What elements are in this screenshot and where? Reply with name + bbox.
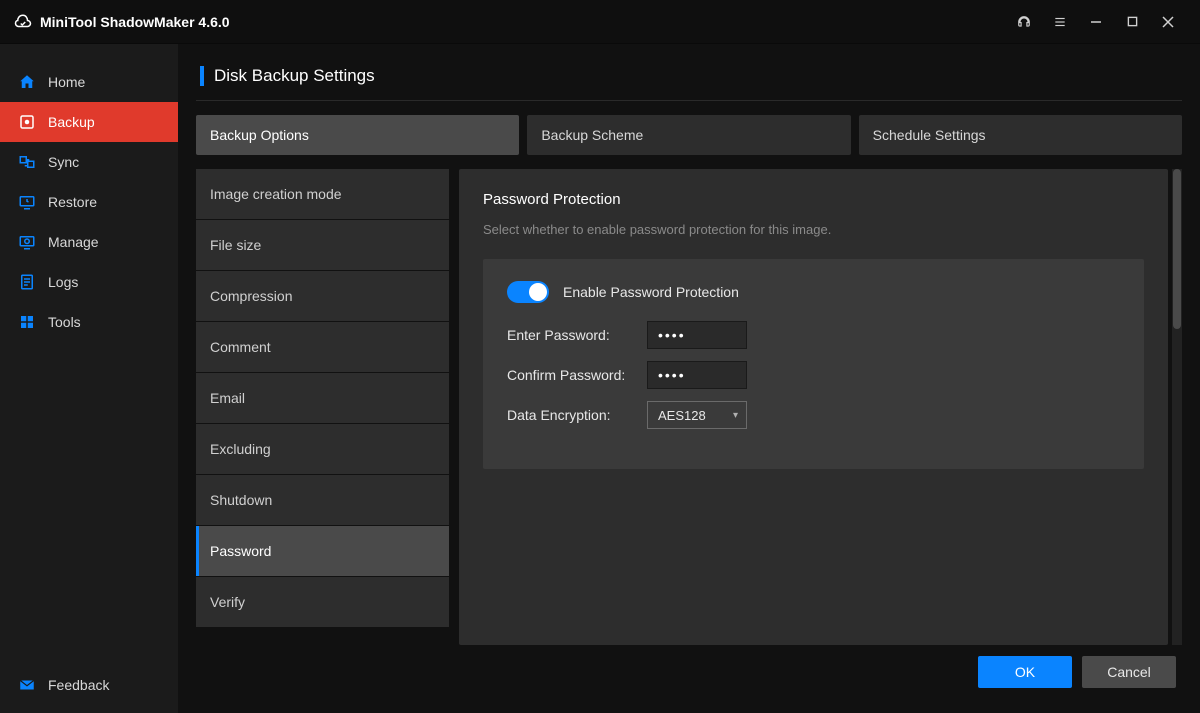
sidebar-item-logs[interactable]: Logs <box>0 262 178 302</box>
tabs: Backup Options Backup Scheme Schedule Se… <box>196 115 1182 155</box>
settings-panel: Password Protection Select whether to en… <box>459 169 1168 645</box>
menu-button[interactable] <box>1042 7 1078 37</box>
option-label: Excluding <box>210 441 271 457</box>
encryption-value: AES128 <box>658 408 706 423</box>
option-file-size[interactable]: File size <box>196 220 449 270</box>
password-card: Enable Password Protection Enter Passwor… <box>483 259 1144 469</box>
enter-password-label: Enter Password: <box>507 327 637 343</box>
backup-icon <box>18 113 36 131</box>
tab-backup-options[interactable]: Backup Options <box>196 115 519 155</box>
option-label: Compression <box>210 288 292 304</box>
footer: OK Cancel <box>196 645 1182 699</box>
tab-label: Schedule Settings <box>873 127 986 143</box>
toggle-label: Enable Password Protection <box>563 284 739 300</box>
chevron-down-icon: ▾ <box>733 410 738 421</box>
feedback-label: Feedback <box>48 677 109 693</box>
sidebar-item-label: Tools <box>48 314 81 330</box>
option-label: Verify <box>210 594 245 610</box>
confirm-password-label: Confirm Password: <box>507 367 637 383</box>
option-email[interactable]: Email <box>196 373 449 423</box>
ok-button[interactable]: OK <box>978 656 1072 688</box>
sidebar-item-label: Manage <box>48 234 99 250</box>
option-verify[interactable]: Verify <box>196 577 449 627</box>
enter-password-input[interactable] <box>647 321 747 349</box>
sidebar-item-manage[interactable]: Manage <box>0 222 178 262</box>
app-title: MiniTool ShadowMaker 4.6.0 <box>40 14 230 30</box>
option-label: Shutdown <box>210 492 272 508</box>
cancel-button[interactable]: Cancel <box>1082 656 1176 688</box>
maximize-button[interactable] <box>1114 7 1150 37</box>
option-image-creation-mode[interactable]: Image creation mode <box>196 169 449 219</box>
option-excluding[interactable]: Excluding <box>196 424 449 474</box>
scrollbar-thumb[interactable] <box>1173 169 1181 329</box>
option-shutdown[interactable]: Shutdown <box>196 475 449 525</box>
app-logo-icon <box>14 13 32 31</box>
sidebar-item-label: Backup <box>48 114 95 130</box>
page-title-row: Disk Backup Settings <box>196 66 1182 86</box>
sidebar-item-label: Sync <box>48 154 79 170</box>
tab-backup-scheme[interactable]: Backup Scheme <box>527 115 850 155</box>
enable-password-toggle[interactable] <box>507 281 549 303</box>
option-label: Email <box>210 390 245 406</box>
tools-icon <box>18 313 36 331</box>
options-list: Image creation mode File size Compressio… <box>196 169 449 645</box>
sync-icon <box>18 153 36 171</box>
panel-heading: Password Protection <box>483 191 1144 208</box>
sidebar-item-label: Restore <box>48 194 97 210</box>
sidebar: Home Backup Sync Restore Manage <box>0 44 178 713</box>
minimize-button[interactable] <box>1078 7 1114 37</box>
option-label: Image creation mode <box>210 186 342 202</box>
option-comment[interactable]: Comment <box>196 322 449 372</box>
toggle-knob <box>529 283 547 301</box>
tab-label: Backup Options <box>210 127 309 143</box>
sidebar-item-label: Home <box>48 74 85 90</box>
sidebar-item-tools[interactable]: Tools <box>0 302 178 342</box>
close-button[interactable] <box>1150 7 1186 37</box>
option-label: Password <box>210 543 271 559</box>
tab-label: Backup Scheme <box>541 127 643 143</box>
divider <box>196 100 1182 101</box>
encryption-label: Data Encryption: <box>507 407 637 423</box>
panel-scrollbar[interactable] <box>1172 169 1182 645</box>
sidebar-item-label: Logs <box>48 274 78 290</box>
manage-icon <box>18 233 36 251</box>
sidebar-item-home[interactable]: Home <box>0 62 178 102</box>
panel-hint: Select whether to enable password protec… <box>483 222 1144 237</box>
titlebar: MiniTool ShadowMaker 4.6.0 <box>0 0 1200 44</box>
option-label: Comment <box>210 339 271 355</box>
option-password[interactable]: Password <box>196 526 449 576</box>
main: Disk Backup Settings Backup Options Back… <box>178 44 1200 713</box>
home-icon <box>18 73 36 91</box>
confirm-password-input[interactable] <box>647 361 747 389</box>
sidebar-item-sync[interactable]: Sync <box>0 142 178 182</box>
sidebar-feedback[interactable]: Feedback <box>0 657 178 713</box>
sidebar-item-restore[interactable]: Restore <box>0 182 178 222</box>
restore-icon <box>18 193 36 211</box>
encryption-select[interactable]: AES128 ▾ <box>647 401 747 429</box>
option-compression[interactable]: Compression <box>196 271 449 321</box>
accent-bar <box>200 66 204 86</box>
page-title: Disk Backup Settings <box>214 66 375 86</box>
help-button[interactable] <box>1006 7 1042 37</box>
logs-icon <box>18 273 36 291</box>
tab-schedule-settings[interactable]: Schedule Settings <box>859 115 1182 155</box>
option-label: File size <box>210 237 261 253</box>
mail-icon <box>18 676 36 694</box>
sidebar-item-backup[interactable]: Backup <box>0 102 178 142</box>
